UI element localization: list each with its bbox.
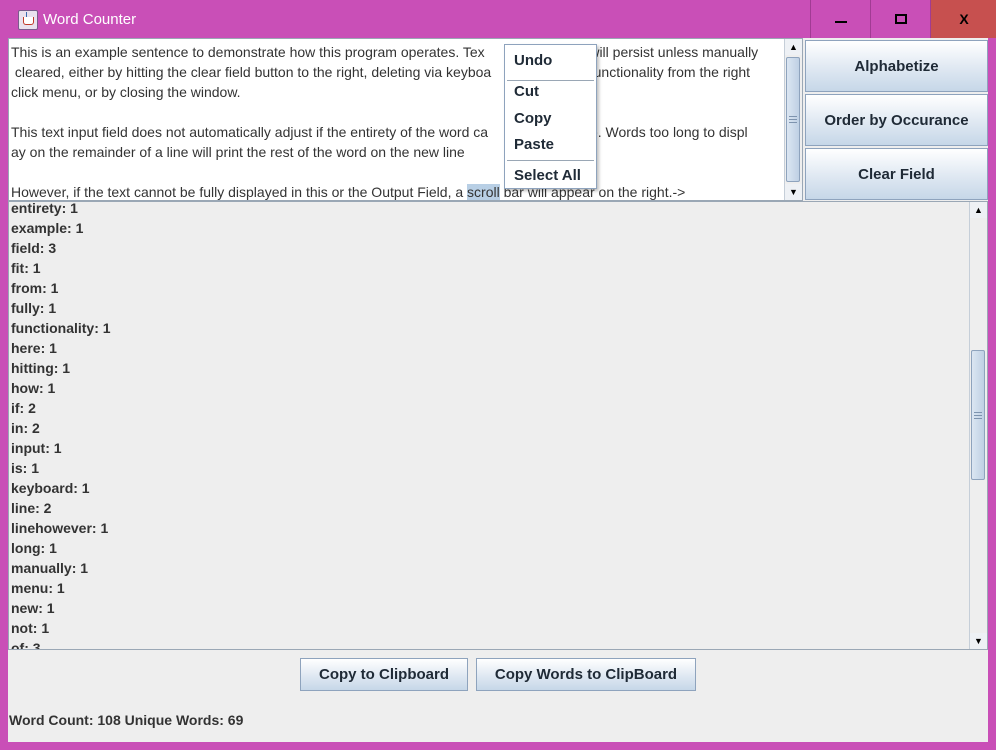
grip-icon: [789, 116, 797, 123]
output-row: of: 3: [11, 640, 41, 650]
maximize-button[interactable]: [870, 0, 930, 38]
close-icon: X: [959, 11, 969, 27]
menu-item-copy[interactable]: Copy: [514, 110, 552, 127]
input-line-5a: This text input field does not automatic…: [11, 124, 489, 140]
window-title: Word Counter: [43, 11, 137, 28]
output-scroll-thumb[interactable]: [971, 350, 985, 480]
menu-item-paste[interactable]: Paste: [514, 136, 554, 153]
output-row: is: 1: [11, 460, 40, 476]
input-text-field[interactable]: This is an example sentence to demonstra…: [8, 38, 803, 201]
menu-item-cut[interactable]: Cut: [514, 83, 539, 100]
input-line-5b: ine. Words too long to displ: [579, 124, 748, 140]
output-row: how: 1: [11, 380, 56, 396]
java-cup-icon: [18, 10, 38, 30]
title-bar[interactable]: Word Counter X: [0, 0, 996, 38]
alphabetize-button[interactable]: Alphabetize: [805, 40, 988, 92]
word-count-status: Word Count: 108 Unique Words: 69: [9, 712, 244, 728]
menu-item-undo[interactable]: Undo: [514, 52, 552, 69]
output-row: input: 1: [11, 440, 62, 456]
output-word-list: entirety: 1 example: 1 field: 3 fit: 1 from:…: [11, 201, 951, 650]
input-line-2b: ut functionality from the right: [574, 64, 751, 80]
output-row: in: 2: [11, 420, 40, 436]
input-line-6: ay on the remainder of a line will print…: [11, 144, 465, 160]
input-line-8a: However, if the text cannot be fully dis…: [11, 184, 468, 200]
output-row: entirety: 1: [11, 201, 78, 216]
scroll-up-arrow-icon[interactable]: ▲: [970, 202, 987, 218]
menu-separator: [507, 80, 594, 81]
input-line-1a: This is an example sentence to demonstra…: [11, 44, 485, 60]
input-line-3: click menu, or by closing the window.: [11, 84, 241, 100]
output-row: from: 1: [11, 280, 59, 296]
output-row: here: 1: [11, 340, 57, 356]
input-text-content[interactable]: This is an example sentence to demonstra…: [11, 42, 783, 202]
output-row: new: 1: [11, 600, 55, 616]
menu-separator: [507, 160, 594, 161]
maximize-icon: [894, 14, 907, 24]
output-row: example: 1: [11, 220, 84, 236]
output-row: if: 2: [11, 400, 36, 416]
input-line-2a: cleared, either by hitting the clear fie…: [11, 64, 492, 80]
context-menu: Undo Cut Copy Paste Select All: [504, 44, 597, 189]
input-scroll-thumb[interactable]: [786, 57, 800, 182]
output-row: menu: 1: [11, 580, 65, 596]
output-field[interactable]: entirety: 1 example: 1 field: 3 fit: 1 from:…: [8, 201, 988, 650]
grip-icon: [974, 411, 982, 419]
menu-item-select-all[interactable]: Select All: [514, 167, 581, 184]
output-row: long: 1: [11, 540, 57, 556]
copy-to-clipboard-button[interactable]: Copy to Clipboard: [300, 658, 468, 691]
output-row: linehowever: 1: [11, 520, 109, 536]
output-row: functionality: 1: [11, 320, 111, 336]
scroll-up-arrow-icon[interactable]: ▲: [785, 39, 802, 55]
output-row: not: 1: [11, 620, 50, 636]
window-content: This is an example sentence to demonstra…: [8, 38, 988, 742]
output-row: manually: 1: [11, 560, 89, 576]
input-scrollbar[interactable]: ▲ ▼: [784, 39, 802, 200]
clear-field-button[interactable]: Clear Field: [805, 148, 988, 200]
scroll-down-arrow-icon[interactable]: ▼: [785, 184, 802, 200]
copy-words-to-clipboard-button[interactable]: Copy Words to ClipBoard: [476, 658, 696, 691]
minimize-icon: [834, 21, 847, 23]
input-selection: scroll: [467, 184, 500, 200]
order-by-occurance-button[interactable]: Order by Occurance: [805, 94, 988, 146]
scroll-down-arrow-icon[interactable]: ▼: [970, 633, 987, 649]
minimize-button[interactable]: [810, 0, 870, 38]
output-row: fit: 1: [11, 260, 41, 276]
output-row: keyboard: 1: [11, 480, 90, 496]
output-row: line: 2: [11, 500, 52, 516]
output-row: fully: 1: [11, 300, 57, 316]
output-scrollbar[interactable]: ▲ ▼: [969, 202, 987, 649]
output-row: hitting: 1: [11, 360, 71, 376]
output-row: field: 3: [11, 240, 57, 256]
input-line-1b: e will persist unless manually: [577, 44, 759, 60]
close-button[interactable]: X: [930, 0, 996, 38]
